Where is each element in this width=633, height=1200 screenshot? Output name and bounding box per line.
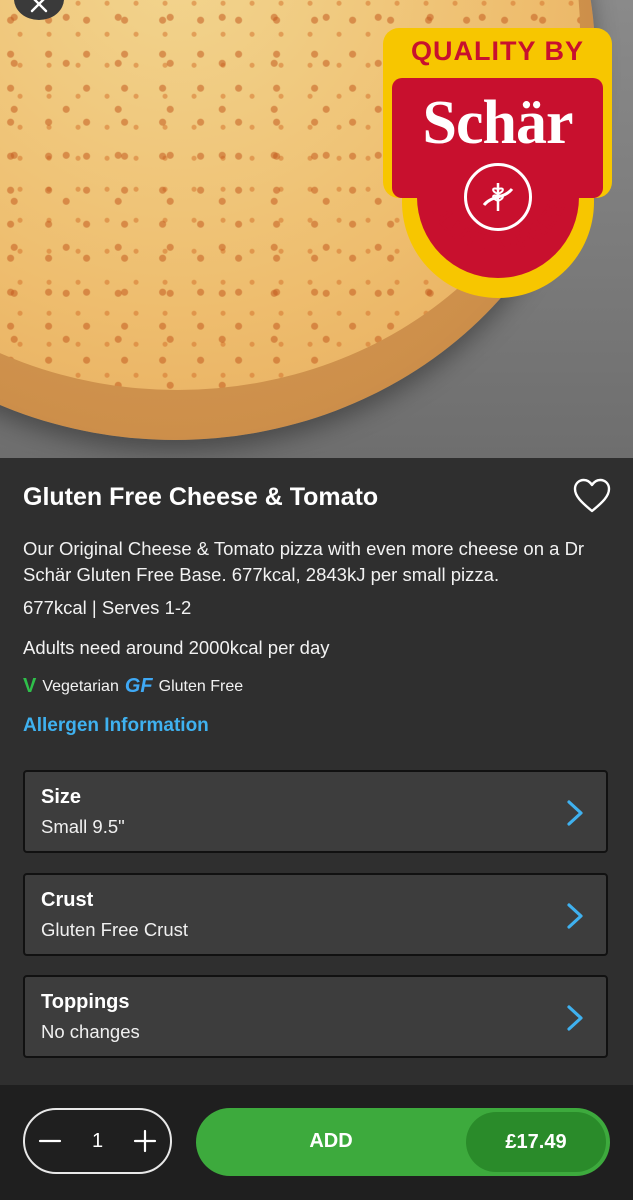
chevron-right-icon bbox=[567, 903, 583, 929]
option-title: Size bbox=[41, 786, 82, 808]
allergen-information-link[interactable]: Allergen Information bbox=[23, 715, 209, 737]
close-icon bbox=[30, 0, 48, 13]
chevron-right-icon bbox=[567, 1005, 583, 1031]
add-button[interactable]: ADD £17.49 bbox=[196, 1108, 610, 1176]
product-description: Our Original Cheese & Tomato pizza with … bbox=[23, 538, 585, 585]
plus-button[interactable] bbox=[132, 1128, 158, 1154]
quantity-stepper: 1 bbox=[23, 1108, 172, 1174]
option-title: Crust bbox=[41, 889, 94, 911]
adults-note: Adults need around 2000kcal per day bbox=[23, 637, 330, 658]
kcal-serves: 677kcal | Serves 1-2 bbox=[23, 597, 192, 618]
favourite-button[interactable] bbox=[573, 478, 611, 514]
badge-bottom-text: GLUTEN-FREE bbox=[423, 193, 572, 258]
product-title: Gluten Free Cheese & Tomato bbox=[23, 483, 379, 511]
option-crust[interactable]: Crust Gluten Free Crust bbox=[23, 873, 608, 956]
option-value: Gluten Free Crust bbox=[41, 919, 189, 940]
option-value: Small 9.5" bbox=[41, 816, 125, 837]
product-image: QUALITY BY Schär GLUTEN-FREE bbox=[0, 0, 633, 458]
add-label: ADD bbox=[309, 1130, 353, 1152]
price-label: £17.49 bbox=[466, 1112, 606, 1172]
gluten-free-label: Gluten Free bbox=[158, 677, 244, 695]
option-value: No changes bbox=[41, 1021, 140, 1042]
schar-quality-badge: QUALITY BY Schär GLUTEN-FREE bbox=[383, 28, 612, 300]
option-toppings[interactable]: Toppings No changes bbox=[23, 975, 608, 1058]
option-title: Toppings bbox=[41, 991, 130, 1013]
gluten-free-tag-icon: GF bbox=[124, 675, 153, 697]
option-size[interactable]: Size Small 9.5" bbox=[23, 770, 608, 853]
dietary-tags: V Vegetarian GF Gluten Free bbox=[23, 675, 243, 698]
chevron-right-icon bbox=[567, 800, 583, 826]
vegetarian-icon: V bbox=[23, 675, 37, 697]
heart-icon bbox=[573, 478, 611, 513]
svg-text:GLUTEN-FREE: GLUTEN-FREE bbox=[423, 193, 572, 258]
vegetarian-label: Vegetarian bbox=[42, 677, 119, 695]
add-to-basket-bar: 1 ADD £17.49 bbox=[0, 1085, 633, 1200]
